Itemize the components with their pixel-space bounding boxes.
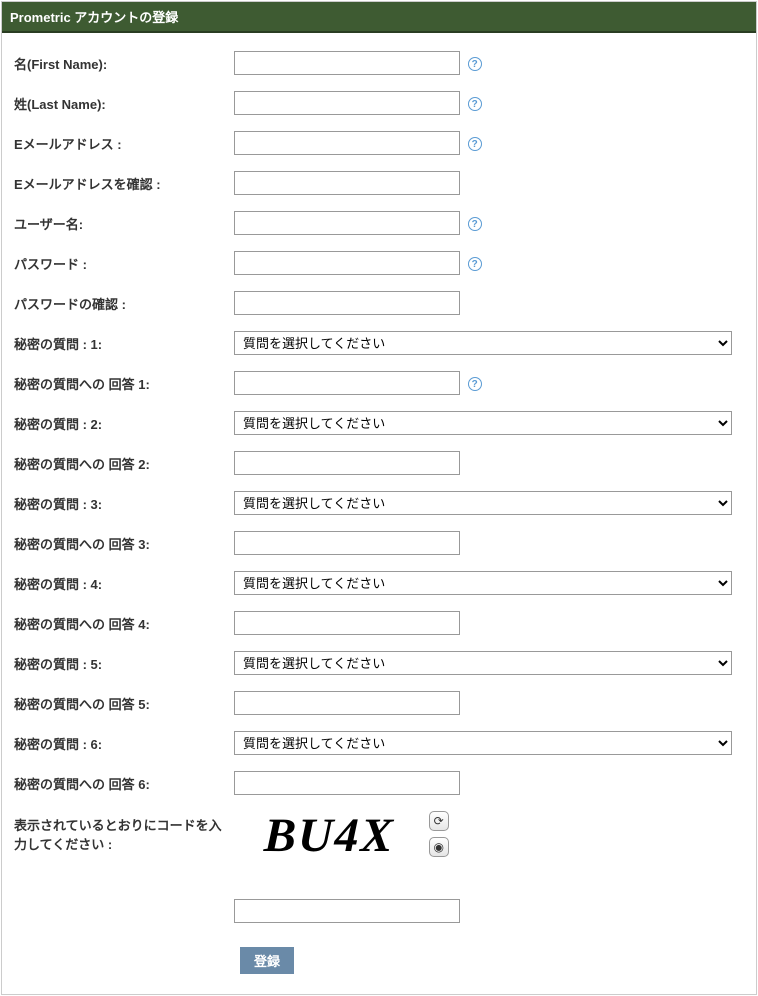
email-confirm-input[interactable]	[234, 171, 460, 195]
help-icon[interactable]: ?	[468, 137, 482, 151]
secret-q5-label: 秘密の質問 : 5:	[14, 657, 102, 672]
secret-a2-label: 秘密の質問への 回答 2:	[14, 457, 150, 472]
secret-q6-select[interactable]: 質問を選択してください	[234, 731, 732, 755]
help-icon[interactable]: ?	[468, 257, 482, 271]
username-input[interactable]	[234, 211, 460, 235]
secret-q1-select[interactable]: 質問を選択してください	[234, 331, 732, 355]
captcha-image: BU4X	[233, 811, 425, 861]
secret-a6-input[interactable]	[234, 771, 460, 795]
captcha-input[interactable]	[234, 899, 460, 923]
help-icon[interactable]: ?	[468, 57, 482, 71]
secret-a1-input[interactable]	[234, 371, 460, 395]
secret-a1-label: 秘密の質問への 回答 1:	[14, 377, 150, 392]
last-name-input[interactable]	[234, 91, 460, 115]
secret-q3-label: 秘密の質問 : 3:	[14, 497, 102, 512]
email-confirm-label: Eメールアドレスを確認 :	[14, 177, 161, 192]
username-label: ユーザー名:	[14, 217, 83, 232]
secret-a3-label: 秘密の質問への 回答 3:	[14, 537, 150, 552]
secret-q2-label: 秘密の質問 : 2:	[14, 417, 102, 432]
secret-q3-select[interactable]: 質問を選択してください	[234, 491, 732, 515]
help-icon[interactable]: ?	[468, 97, 482, 111]
secret-a3-input[interactable]	[234, 531, 460, 555]
submit-button[interactable]: 登録	[240, 947, 294, 974]
first-name-label: 名(First Name):	[14, 57, 107, 72]
password-input[interactable]	[234, 251, 460, 275]
secret-q2-select[interactable]: 質問を選択してください	[234, 411, 732, 435]
secret-q6-label: 秘密の質問 : 6:	[14, 737, 102, 752]
secret-a5-input[interactable]	[234, 691, 460, 715]
secret-a6-label: 秘密の質問への 回答 6:	[14, 777, 150, 792]
secret-q5-select[interactable]: 質問を選択してください	[234, 651, 732, 675]
secret-a4-label: 秘密の質問への 回答 4:	[14, 617, 150, 632]
secret-a4-input[interactable]	[234, 611, 460, 635]
secret-q4-select[interactable]: 質問を選択してください	[234, 571, 732, 595]
email-label: Eメールアドレス :	[14, 137, 122, 152]
form-header: Prometric アカウントの登録	[2, 2, 756, 33]
secret-a5-label: 秘密の質問への 回答 5:	[14, 697, 150, 712]
secret-q1-label: 秘密の質問 : 1:	[14, 337, 102, 352]
refresh-icon[interactable]: ⟳	[429, 811, 449, 831]
password-confirm-label: パスワードの確認 :	[14, 297, 126, 312]
secret-a2-input[interactable]	[234, 451, 460, 475]
form-body: 名(First Name): ? 姓(Last Name): ? Eメールアドレ…	[2, 33, 756, 994]
last-name-label: 姓(Last Name):	[14, 97, 106, 112]
help-icon[interactable]: ?	[468, 217, 482, 231]
help-icon[interactable]: ?	[468, 377, 482, 391]
email-input[interactable]	[234, 131, 460, 155]
audio-icon[interactable]: ◉	[429, 837, 449, 857]
secret-q4-label: 秘密の質問 : 4:	[14, 577, 102, 592]
captcha-label: 表示されているとおりにコードを入力してください :	[14, 818, 222, 852]
password-confirm-input[interactable]	[234, 291, 460, 315]
first-name-input[interactable]	[234, 51, 460, 75]
form-title: Prometric アカウントの登録	[10, 10, 178, 25]
registration-form-container: Prometric アカウントの登録 名(First Name): ? 姓(La…	[1, 1, 757, 995]
password-label: パスワード :	[14, 257, 87, 272]
